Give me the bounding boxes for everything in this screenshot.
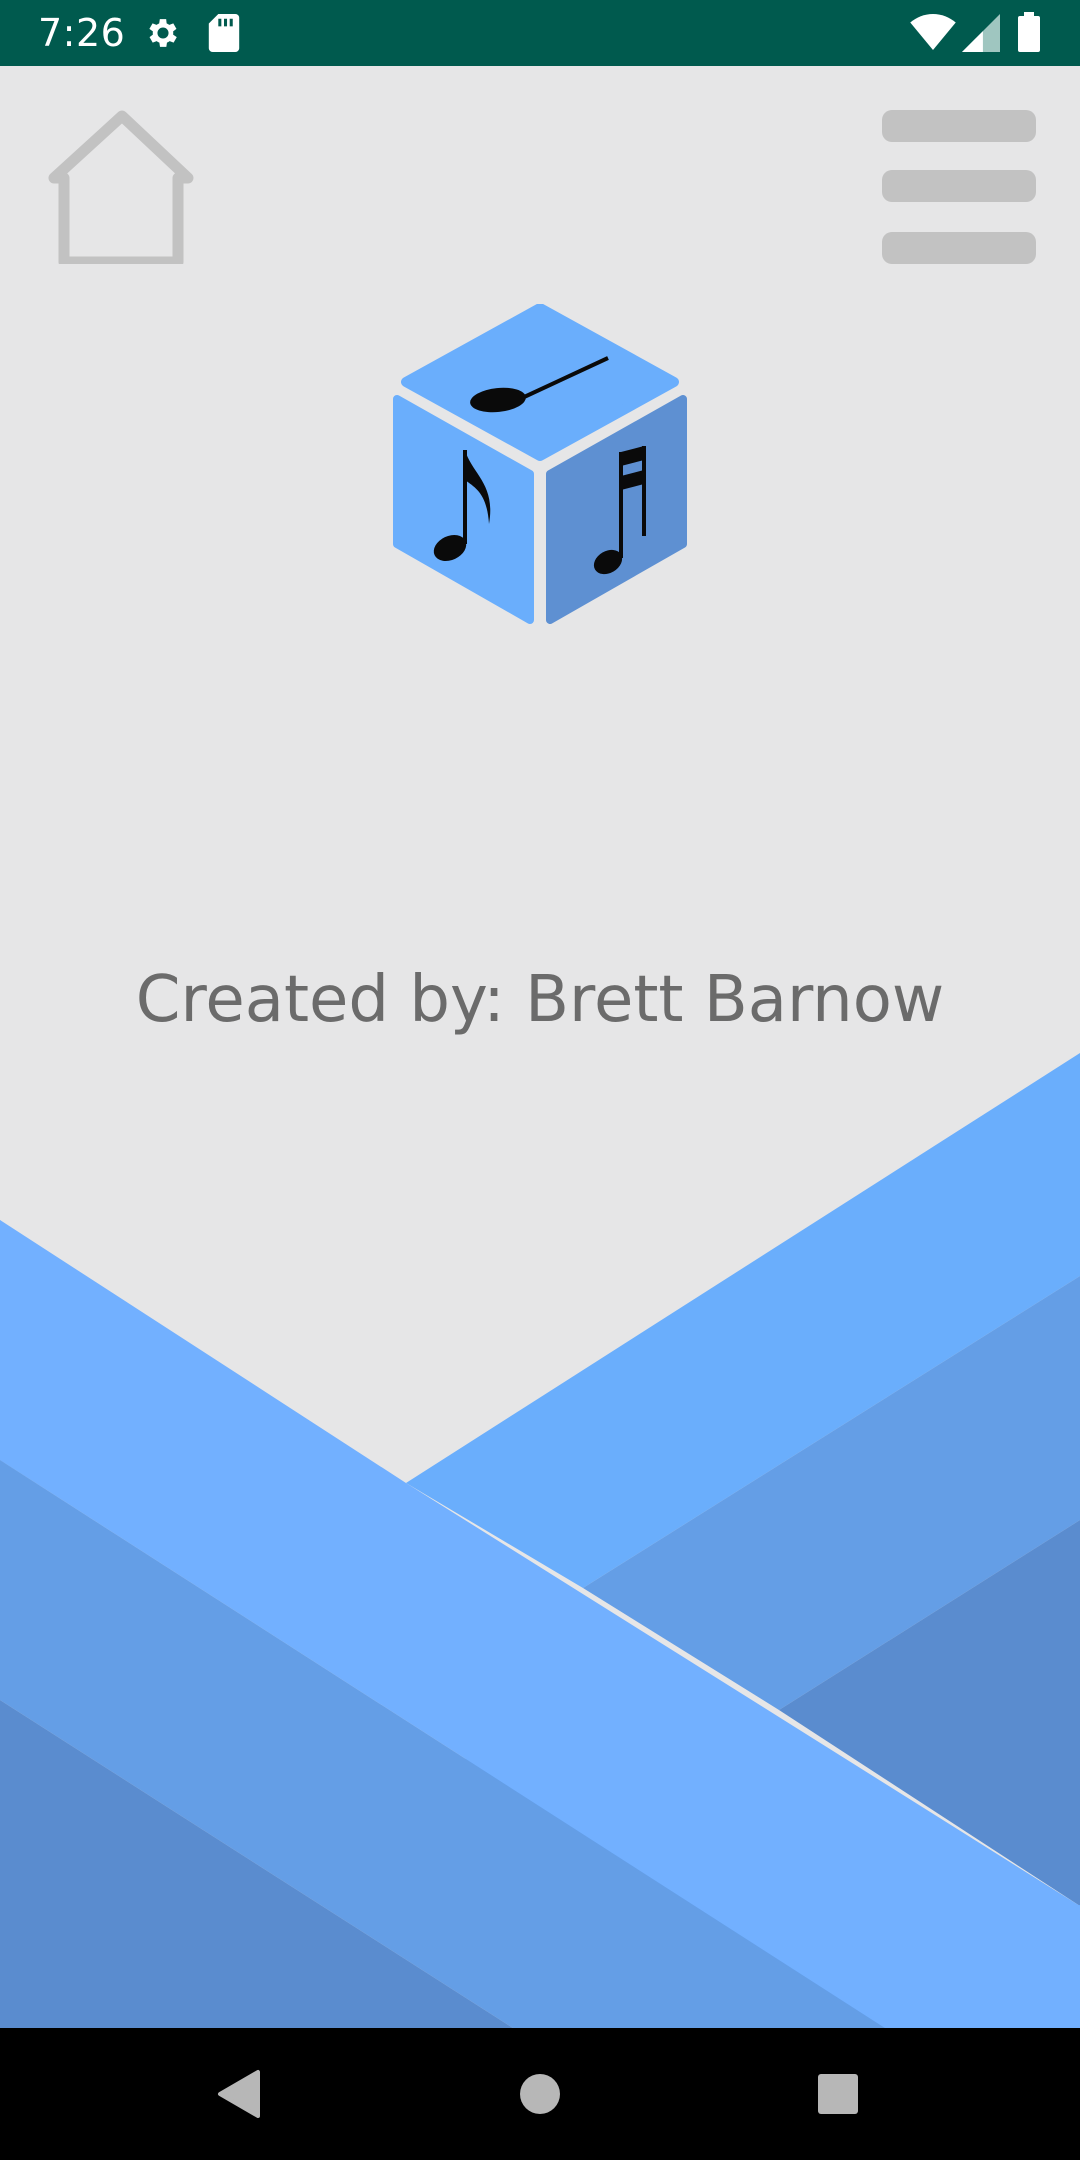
home-button[interactable]	[40, 104, 200, 268]
menu-bar-middle	[882, 170, 1036, 202]
background-bands	[0, 1053, 1080, 2030]
music-dice-cube-logo	[393, 304, 687, 624]
battery-icon	[1018, 12, 1040, 52]
menu-button[interactable]	[880, 106, 1038, 266]
gear-icon	[149, 19, 177, 47]
recents-square-icon[interactable]	[798, 2054, 878, 2134]
menu-bar-bottom	[882, 232, 1036, 264]
home-icon	[48, 110, 194, 268]
cell-signal-icon	[962, 14, 1000, 52]
app-screen: 7:26 Created by: Brett Barnow	[0, 0, 1080, 2160]
sd-card-icon	[208, 14, 240, 52]
hamburger-menu-icon	[882, 110, 1036, 142]
status-time: 7:26	[38, 11, 126, 55]
wifi-icon	[910, 14, 956, 50]
back-triangle-icon[interactable]	[200, 2054, 280, 2134]
navigation-bar	[0, 2028, 1080, 2160]
home-circle-icon[interactable]	[500, 2054, 580, 2134]
status-bar: 7:26	[0, 0, 1080, 66]
